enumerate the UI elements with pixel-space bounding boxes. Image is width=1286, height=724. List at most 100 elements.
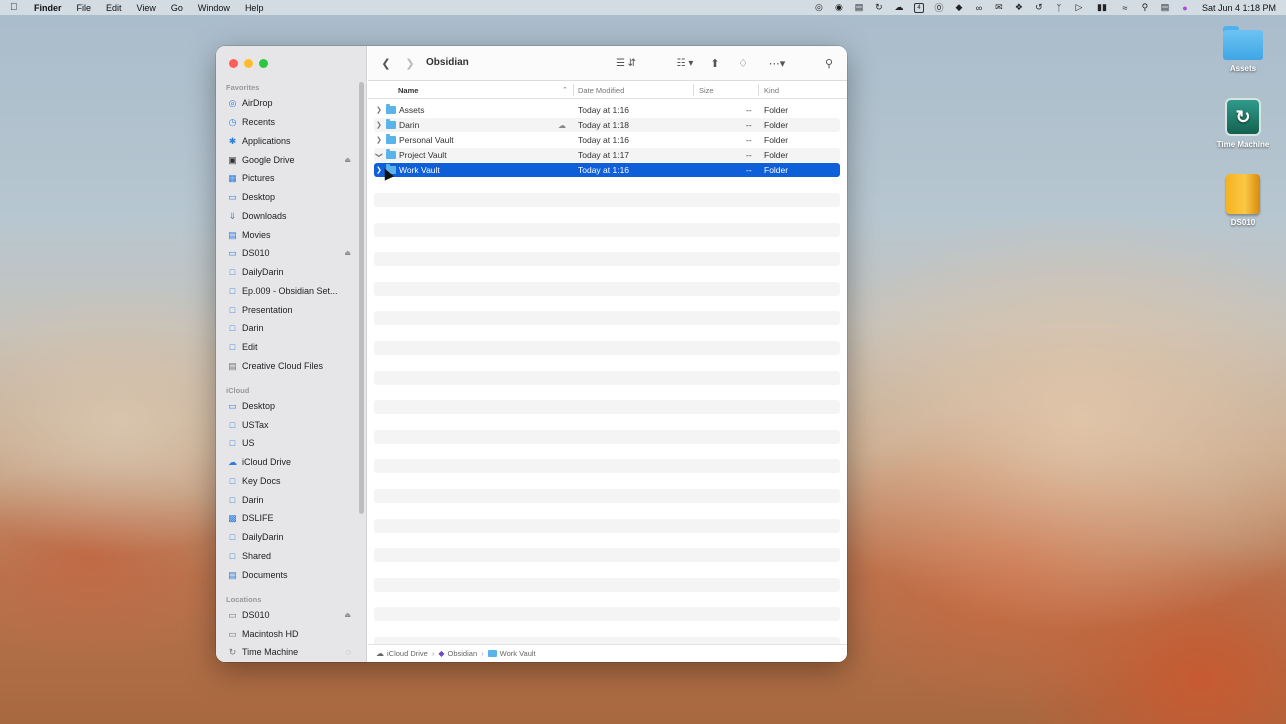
chevron-left-icon: ❮ [381,57,391,70]
path-segment-work-vault[interactable]: Work Vault [500,649,536,658]
sidebar-item-macintosh-hd[interactable]: ▭ Macintosh HD [227,626,359,642]
eject-icon[interactable]: ⏏ [344,611,351,619]
file-row-darin[interactable]: ❯ Darin ☁ Today at 1:18 -- Folder [374,118,840,132]
sidebar-item-presentation[interactable]: □ Presentation [227,302,359,318]
sidebar-item-applications[interactable]: ✱ Applications [227,133,359,149]
sidebar-item-edit[interactable]: □ Edit [227,339,359,355]
desktop-icon-ds010[interactable]: DS010 [1208,174,1278,227]
column-divider[interactable] [758,84,759,96]
sidebar-item-ds010[interactable]: ▭ DS010 ⏏ [227,245,359,261]
sidebar-item-documents[interactable]: ▤ Documents [227,567,359,583]
sidebar-item-icloud-darin[interactable]: □ Darin [227,492,359,508]
menu-window[interactable]: Window [198,3,230,13]
column-divider[interactable] [693,84,694,96]
menu-view[interactable]: View [137,3,156,13]
sidebar-item-creative-cloud[interactable]: ▤ Creative Cloud Files [227,358,359,374]
group-button[interactable]: ☷ ▾ [672,56,698,70]
history-icon[interactable]: ↻ [874,2,884,13]
sidebar-item-key-docs[interactable]: □ Key Docs [227,473,359,489]
glasses-icon[interactable]: ∞ [974,3,984,13]
control-center-icon[interactable]: ▤ [1160,2,1170,13]
sidebar-item-icloud-dailydarin[interactable]: □ DailyDarin [227,529,359,545]
column-kind[interactable]: Kind [764,86,779,95]
path-segment-obsidian[interactable]: Obsidian [448,649,478,658]
disclosure-chevron-icon[interactable]: ❯ [376,136,382,144]
zoom-button[interactable] [259,59,268,68]
file-size: -- [746,135,752,145]
menu-help[interactable]: Help [245,3,264,13]
file-kind: Folder [764,150,789,160]
cloud-download-icon[interactable]: ☁ [558,121,566,130]
sidebar-item-us[interactable]: □ US [227,435,359,451]
close-button[interactable] [229,59,238,68]
sidebar-item-google-drive[interactable]: ▣ Google Drive ⏏ [227,152,359,168]
tags-button[interactable]: ♢ [736,56,750,70]
battery-icon[interactable]: ▮▮ [1094,2,1110,13]
sidebar-item-recents[interactable]: ◷ Recents [227,114,359,130]
desktop-icon-assets[interactable]: Assets [1208,26,1278,73]
file-row-project-vault[interactable]: ❯ Project Vault Today at 1:17 -- Folder [374,148,840,162]
sidebar-item-downloads[interactable]: ⇓ Downloads [227,208,359,224]
share-button[interactable]: ⬆ [708,56,722,70]
menu-app-finder[interactable]: Finder [34,3,62,13]
disclosure-chevron-icon[interactable]: ❯ [376,121,382,129]
tag-icon[interactable]: ◆ [954,2,964,13]
menu-edit[interactable]: Edit [106,3,122,13]
backup-icon[interactable]: ↺ [1034,2,1044,13]
text-icon[interactable]: ▤ [854,2,864,13]
desktop-icon-time-machine[interactable]: ↻ Time Machine [1208,98,1278,149]
dropbox-icon[interactable]: ❖ [1014,2,1024,13]
wifi-icon[interactable]: ≈ [1120,3,1130,13]
path-segment-icloud-drive[interactable]: iCloud Drive [387,649,428,658]
sidebar-item-ustax[interactable]: □ USTax [227,417,359,433]
file-row-personal-vault[interactable]: ❯ Personal Vault Today at 1:16 -- Folder [374,133,840,147]
sidebar-item-icloud-drive[interactable]: ☁ iCloud Drive [227,454,359,470]
column-divider[interactable] [573,84,574,96]
forward-button[interactable]: ❯ [404,56,416,70]
sidebar-item-airdrop[interactable]: ◎ AirDrop [227,95,359,111]
message-icon[interactable]: ✉ [994,2,1004,13]
column-name[interactable]: Name [398,86,418,95]
sidebar-item-movies[interactable]: ▤ Movies [227,227,359,243]
eject-icon[interactable]: ⏏ [344,249,351,257]
sidebar-item-icloud-desktop[interactable]: ▭ Desktop [227,398,359,414]
sync-icon[interactable]: ◉ [834,2,844,13]
sidebar-item-shared[interactable]: □ Shared [227,548,359,564]
cloud-icon[interactable]: ☁ [894,2,904,13]
play-icon[interactable]: ▷ [1074,2,1084,13]
siri-icon[interactable]: ● [1180,3,1190,13]
sidebar-item-desktop[interactable]: ▭ Desktop [227,189,359,205]
disclosure-chevron-icon[interactable]: ❯ [376,106,382,114]
menu-go[interactable]: Go [171,3,183,13]
disclosure-expanded-icon[interactable]: ❯ [375,152,383,158]
sidebar-item-label: DS010 [242,248,270,258]
column-date-modified[interactable]: Date Modified [578,86,624,95]
bluetooth-icon[interactable]: ᛉ [1054,3,1064,13]
sidebar-item-time-machine[interactable]: ↻ Time Machine ◌ [227,644,359,660]
apple-menu-icon[interactable]:  [10,2,24,13]
file-row-assets[interactable]: ❯ Assets Today at 1:16 -- Folder [374,103,840,117]
action-button[interactable]: ⋯▾ [764,56,790,70]
search-button[interactable]: ⚲ [822,56,836,70]
view-options-button[interactable]: ☰ ⇵ [612,56,640,70]
sidebar-item-ep009[interactable]: □ Ep.009 - Obsidian Set... [227,283,359,299]
sidebar-item-dailydarin[interactable]: □ DailyDarin [227,264,359,280]
search-icon[interactable]: ⚲ [1140,2,1150,13]
desktop-icon-label: Assets [1229,64,1257,73]
creative-cloud-icon[interactable]: ◎ [814,2,824,13]
onepassword-icon[interactable]: ⓪ [934,3,944,13]
file-row-work-vault[interactable]: ❯ Work Vault Today at 1:16 -- Folder [374,163,840,177]
menu-file[interactable]: File [77,3,92,13]
column-size[interactable]: Size [699,86,714,95]
sidebar-item-dslife[interactable]: ▩ DSLIFE [227,510,359,526]
calendar-icon[interactable]: 4 [913,2,924,13]
eject-icon[interactable]: ⏏ [344,156,351,164]
minimize-button[interactable] [244,59,253,68]
sidebar-item-location-ds010[interactable]: ▭ DS010 ⏏ [227,607,359,623]
sidebar-item-pictures[interactable]: ▦ Pictures [227,170,359,186]
menu-clock[interactable]: Sat Jun 4 1:18 PM [1202,3,1276,13]
sidebar-scrollbar[interactable] [359,82,364,514]
sort-chevron-icon[interactable]: ⌃ [562,86,568,94]
sidebar-item-darin[interactable]: □ Darin [227,320,359,336]
back-button[interactable]: ❮ [380,56,392,70]
